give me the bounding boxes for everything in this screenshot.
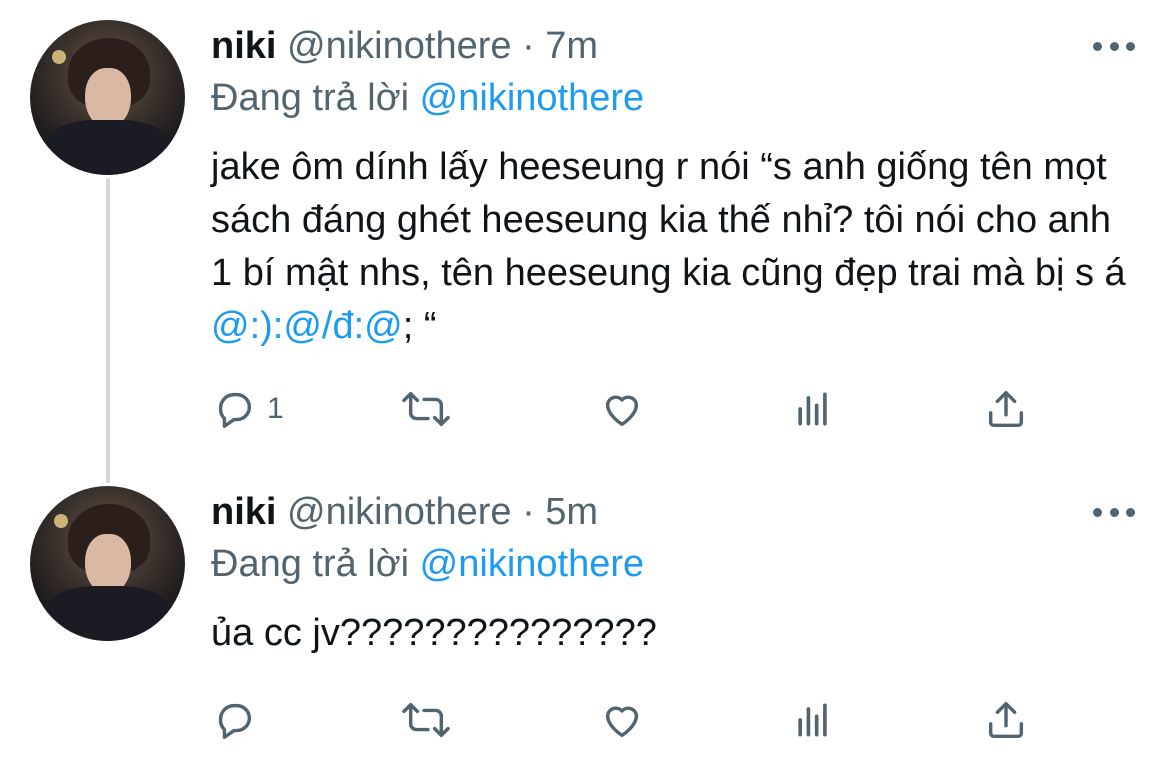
tweet-header: niki @nikinothere · 7m (211, 23, 598, 69)
tweet-actions (211, 695, 1041, 745)
tweet-text: ủa cc jv??????????????? (211, 607, 1131, 660)
retweet-icon (402, 391, 450, 427)
tweet-text-plain: ủa cc jv??????????????? (211, 612, 657, 654)
reply-mention-link[interactable]: @nikinothere (420, 543, 644, 585)
analytics-button[interactable] (791, 384, 835, 434)
analytics-button[interactable] (791, 695, 835, 745)
reply-icon (218, 392, 252, 428)
analytics-icon (798, 392, 827, 426)
tweet-text-tail: ; “ (402, 305, 437, 347)
tweet-header: niki @nikinothere · 5m (211, 489, 598, 535)
like-button[interactable] (599, 384, 645, 434)
timestamp[interactable]: 7m (545, 25, 598, 67)
share-button[interactable] (983, 384, 1029, 434)
display-name[interactable]: niki (211, 25, 276, 67)
tweet[interactable]: niki @nikinothere · 7m Đang trả lời @nik… (0, 0, 1170, 470)
tweet-text-mentions[interactable]: @:):@/đ:@ (211, 305, 403, 347)
timestamp[interactable]: 5m (545, 491, 598, 533)
retweet-button[interactable] (401, 384, 451, 434)
reply-prefix: Đang trả lời (211, 543, 410, 585)
avatar[interactable] (30, 20, 185, 175)
tweet-text: jake ôm dính lấy heeseung r nói “s anh g… (211, 141, 1131, 353)
analytics-icon (798, 703, 827, 737)
retweet-icon (402, 702, 450, 738)
like-icon (605, 706, 639, 738)
reply-button[interactable] (211, 695, 267, 745)
reply-button[interactable]: 1 (211, 384, 284, 434)
more-icon[interactable] (1093, 40, 1135, 52)
username[interactable]: @nikinothere (287, 491, 511, 533)
tweet-actions: 1 (211, 384, 1041, 434)
display-name[interactable]: niki (211, 491, 276, 533)
reply-context: Đang trả lời @nikinothere (211, 541, 644, 587)
reply-prefix: Đang trả lời (211, 77, 410, 119)
username[interactable]: @nikinothere (287, 25, 511, 67)
share-icon (988, 390, 1024, 428)
retweet-button[interactable] (401, 695, 451, 745)
share-button[interactable] (983, 695, 1029, 745)
reply-icon (218, 703, 252, 739)
like-button[interactable] (599, 695, 645, 745)
like-icon (605, 395, 639, 427)
separator: · (522, 25, 535, 67)
more-icon[interactable] (1093, 506, 1135, 518)
share-icon (988, 701, 1024, 739)
reply-context: Đang trả lời @nikinothere (211, 75, 644, 121)
reply-mention-link[interactable]: @nikinothere (420, 77, 644, 119)
separator: · (522, 491, 535, 533)
reply-count: 1 (267, 392, 284, 425)
tweet[interactable]: niki @nikinothere · 5m Đang trả lời @nik… (0, 470, 1170, 762)
tweet-text-plain: jake ôm dính lấy heeseung r nói “s anh g… (211, 146, 1126, 294)
avatar[interactable] (30, 486, 185, 641)
